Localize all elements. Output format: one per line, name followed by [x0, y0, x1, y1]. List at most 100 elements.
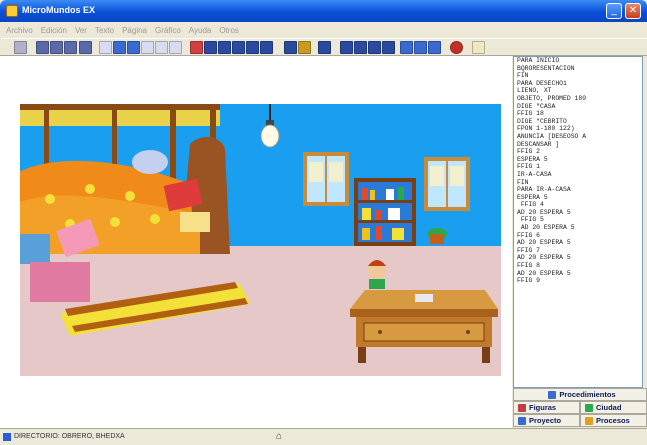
code-line: FIN — [517, 178, 529, 186]
code-line: ANUNCIA [DESEOSO A — [517, 132, 587, 140]
window-left[interactable] — [303, 152, 349, 206]
menu-grafico[interactable]: Gráfico — [155, 26, 181, 35]
shrink-icon[interactable] — [260, 41, 273, 54]
potted-plant[interactable] — [427, 228, 447, 244]
menu-edicion[interactable]: Edición — [41, 26, 67, 35]
code-line: ESPERA 5 — [517, 155, 548, 163]
run-icon[interactable] — [340, 41, 353, 54]
tab-label: Figuras — [529, 403, 557, 412]
stamp-icon[interactable] — [204, 41, 217, 54]
bookshelf[interactable] — [354, 178, 416, 246]
tab-figuras[interactable]: Figuras — [513, 401, 580, 414]
page-icon[interactable] — [400, 41, 413, 54]
window-right[interactable] — [424, 157, 470, 211]
paint-icon[interactable] — [190, 41, 203, 54]
code-line: DIGE "CEBRITO — [517, 117, 567, 125]
code-line: BQRORESENTACION — [517, 64, 575, 72]
cut-icon[interactable] — [79, 41, 92, 54]
menu-bar: Archivo Edición Ver Texto Página Gráfico… — [0, 22, 647, 38]
music-icon[interactable] — [354, 41, 367, 54]
pointer-icon[interactable] — [284, 41, 297, 54]
hand-icon[interactable] — [298, 41, 311, 54]
folder-icon — [3, 433, 11, 441]
status-bar: DIRECTORIO: OBRERO, BHEDXA ⌂ — [0, 428, 647, 445]
code-line: IR-A-CASA — [517, 170, 552, 178]
panel-tabs: Procedimientos Figuras Ciudad Proyecto P… — [513, 388, 647, 428]
paste-icon[interactable] — [113, 41, 126, 54]
code-line: LIENO, XT — [517, 87, 552, 95]
code-line: FFIG 2 — [517, 148, 541, 156]
scissors-icon[interactable] — [232, 41, 245, 54]
open-icon[interactable] — [36, 41, 49, 54]
status-text: DIRECTORIO: OBRERO, BHEDXA — [14, 433, 125, 440]
code-line: AD 20 ESPERA 5 — [517, 254, 571, 262]
code-line: FIN — [517, 72, 529, 80]
menu-ayuda[interactable]: Ayuda — [189, 26, 212, 35]
code-line: FFIG 9 — [517, 277, 541, 285]
help-icon[interactable] — [472, 41, 485, 54]
code-line: FPON 1-180 122) — [517, 125, 575, 133]
web-icon[interactable] — [428, 41, 441, 54]
eye-icon[interactable] — [218, 41, 231, 54]
code-line: AD 20 ESPERA 5 — [517, 208, 571, 216]
sound-icon[interactable] — [368, 41, 381, 54]
text-box-icon[interactable] — [141, 41, 154, 54]
close-button[interactable]: ✕ — [625, 3, 641, 19]
processes-icon — [585, 416, 593, 425]
home-icon[interactable]: ⌂ — [272, 431, 286, 443]
presentation-icon[interactable] — [414, 41, 427, 54]
code-line: FFIG 18 — [517, 110, 544, 118]
code-line: PARA INICIO — [517, 57, 560, 64]
code-line: OBJETO, PROMED 180 — [517, 94, 587, 102]
stop-icon[interactable] — [450, 41, 463, 54]
city-icon — [585, 403, 593, 412]
button-tool-icon[interactable] — [155, 41, 168, 54]
window-title: MicroMundos EX — [22, 5, 96, 15]
shapes-icon — [518, 403, 526, 412]
copy-icon[interactable] — [99, 41, 112, 54]
code-line: FFIG 7 — [517, 246, 541, 254]
tab-ciudad[interactable]: Ciudad — [580, 401, 647, 414]
code-line: FFIG 5 — [517, 216, 544, 224]
child-character[interactable] — [368, 260, 386, 289]
print-icon[interactable] — [64, 41, 77, 54]
code-line: DESCANSAR ] — [517, 140, 560, 148]
code-line: PARA DESECHO1 — [517, 79, 567, 87]
toolbar — [0, 38, 647, 56]
save-icon[interactable] — [50, 41, 63, 54]
menu-archivo[interactable]: Archivo — [6, 26, 33, 35]
tab-procesos[interactable]: Procesos — [580, 414, 647, 427]
project-icon — [518, 416, 526, 425]
project-page[interactable] — [20, 104, 501, 376]
code-line: FFIG 8 — [517, 262, 541, 270]
tab-label: Procedimientos — [559, 390, 616, 399]
tab-proyecto[interactable]: Proyecto — [513, 414, 580, 427]
tab-label: Proyecto — [529, 416, 562, 425]
code-line: AD 20 ESPERA 5 — [517, 269, 571, 277]
code-line: DIGE "CASA — [517, 102, 556, 110]
pencil-icon[interactable] — [318, 41, 331, 54]
code-line: ESPERA 5 — [517, 193, 548, 201]
code-line: AD 20 ESPERA 5 — [517, 239, 571, 247]
video-icon[interactable] — [382, 41, 395, 54]
new-icon[interactable] — [14, 41, 27, 54]
code-line: FFIG 1 — [517, 163, 541, 171]
turtle-icon[interactable] — [127, 41, 140, 54]
menu-ver[interactable]: Ver — [75, 26, 87, 35]
procedures-icon — [548, 390, 557, 399]
code-line: AD 20 ESPERA 5 — [517, 224, 575, 232]
grow-icon[interactable] — [246, 41, 259, 54]
minimize-button[interactable]: _ — [606, 3, 622, 19]
menu-pagina[interactable]: Página — [122, 26, 147, 35]
code-line: PARA IR-A-CASA — [517, 186, 571, 194]
code-line: FFIG 4 — [517, 201, 544, 209]
tab-label: Procesos — [596, 416, 630, 425]
title-bar: MicroMundos EX _ ✕ — [0, 0, 647, 22]
tab-label: Ciudad — [596, 403, 622, 412]
app-icon — [6, 5, 18, 17]
menu-texto[interactable]: Texto — [95, 26, 114, 35]
slider-icon[interactable] — [169, 41, 182, 54]
menu-otros[interactable]: Otros — [219, 26, 239, 35]
procedures-editor[interactable]: PARA INICIO BQRORESENTACION FIN PARA DES… — [513, 56, 643, 388]
tab-procedimientos[interactable]: Procedimientos — [513, 388, 647, 401]
